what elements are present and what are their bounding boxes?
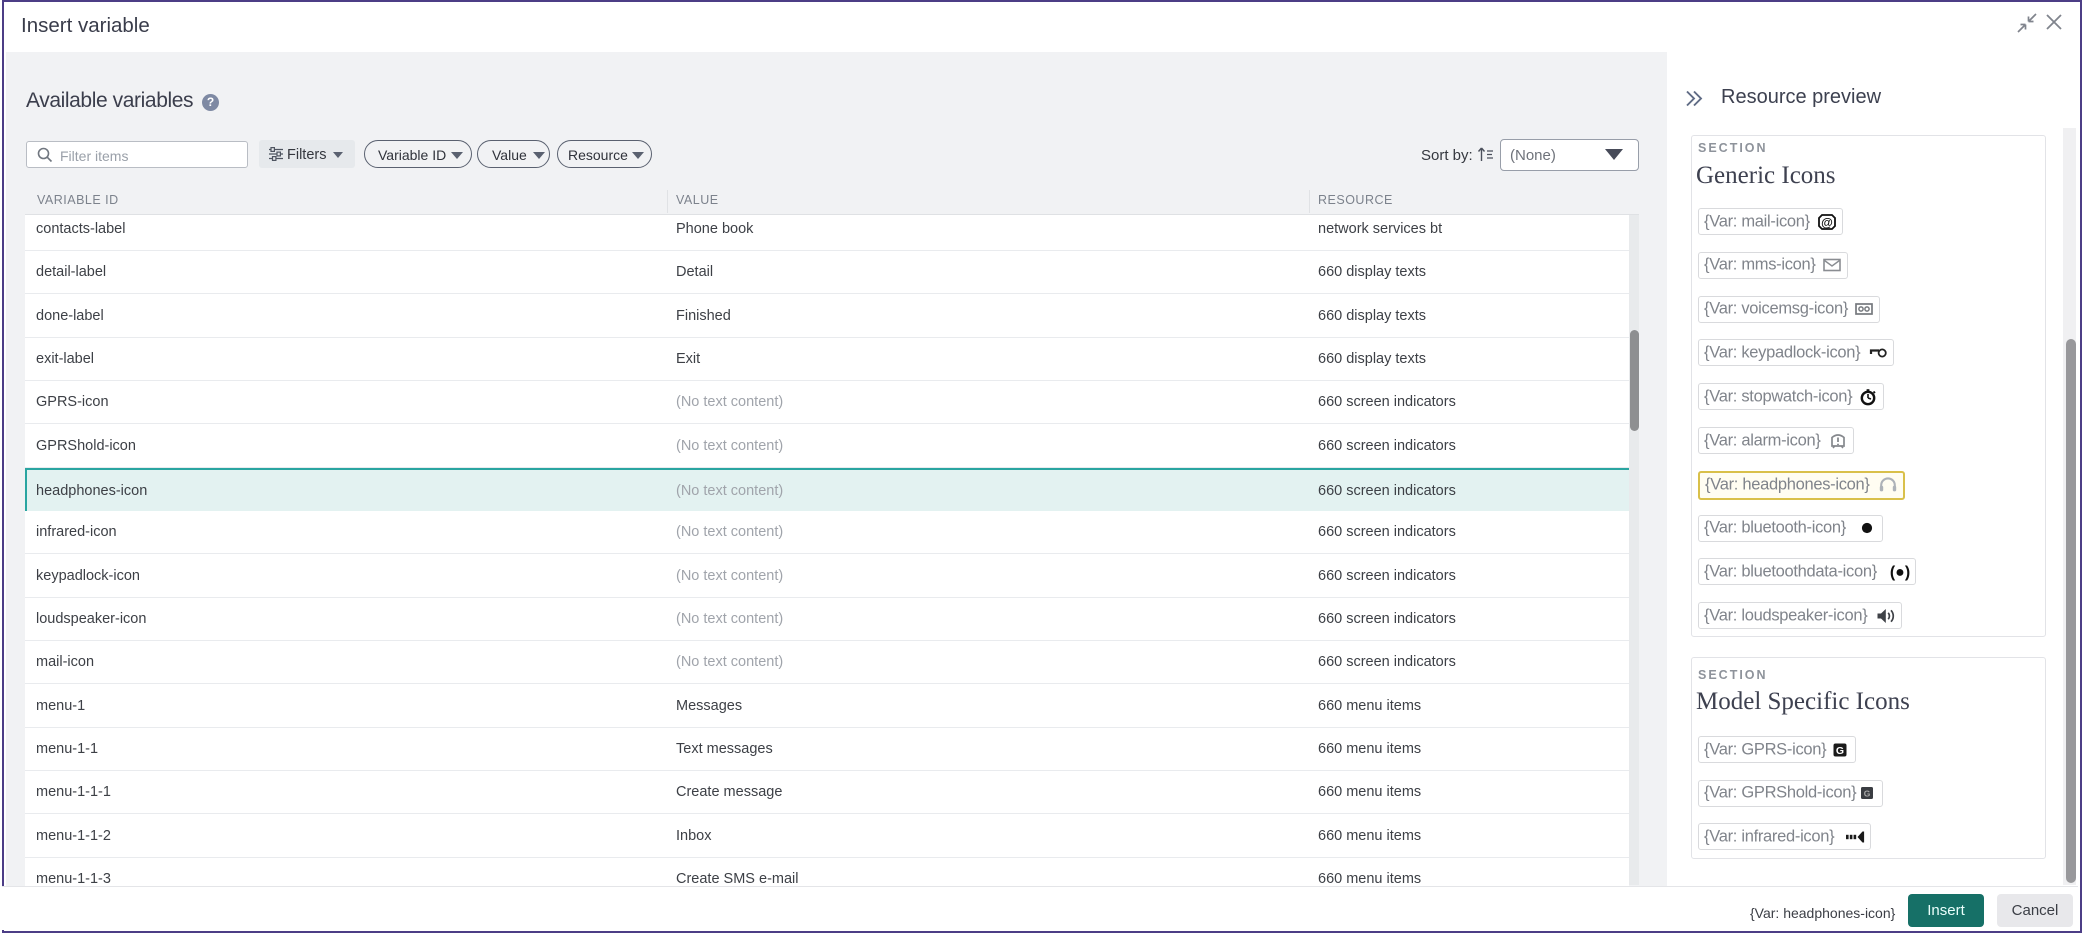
svg-text:(●): (●) bbox=[1890, 564, 1910, 581]
svg-text:G: G bbox=[1836, 745, 1844, 757]
svg-text:G: G bbox=[1864, 789, 1871, 799]
svg-text:@: @ bbox=[1821, 215, 1833, 229]
